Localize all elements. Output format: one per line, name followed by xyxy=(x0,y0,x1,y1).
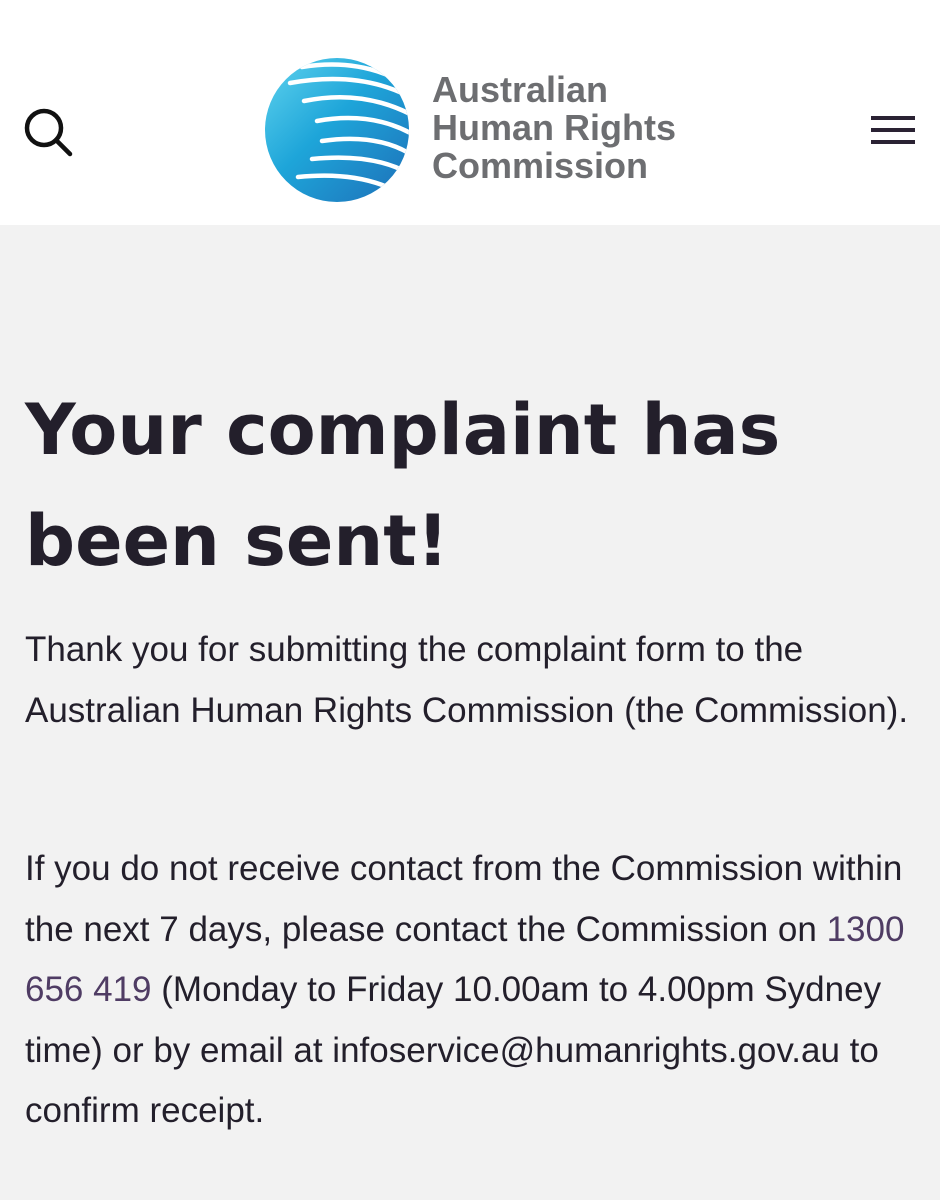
search-button[interactable] xyxy=(20,104,76,160)
menu-line-top xyxy=(871,116,915,120)
logo-line-3: Commission xyxy=(432,145,649,186)
search-icon xyxy=(24,108,73,157)
logo-wordmark: Australian Human Rights Commission xyxy=(432,71,676,185)
ahrc-logo[interactable]: Australian Human Rights Commission xyxy=(262,55,692,205)
thank-you-paragraph: Thank you for submitting the complaint f… xyxy=(25,630,909,730)
page-title: Your complaint has been sent! xyxy=(25,389,781,582)
menu-button[interactable] xyxy=(868,112,920,152)
menu-line-middle xyxy=(871,128,915,132)
contact-text-after: (Monday to Friday 10.00am to 4.00pm Sydn… xyxy=(25,970,882,1130)
contact-paragraph: If you do not receive contact from the C… xyxy=(25,839,925,1142)
site-header: Australian Human Rights Commission xyxy=(0,0,940,225)
contact-text-before: If you do not receive contact from the C… xyxy=(25,849,903,949)
logo-line-1: Australian xyxy=(432,69,609,110)
globe-logo-icon xyxy=(265,58,409,202)
menu-line-bottom xyxy=(871,140,915,144)
logo-line-2: Human Rights xyxy=(432,107,677,148)
